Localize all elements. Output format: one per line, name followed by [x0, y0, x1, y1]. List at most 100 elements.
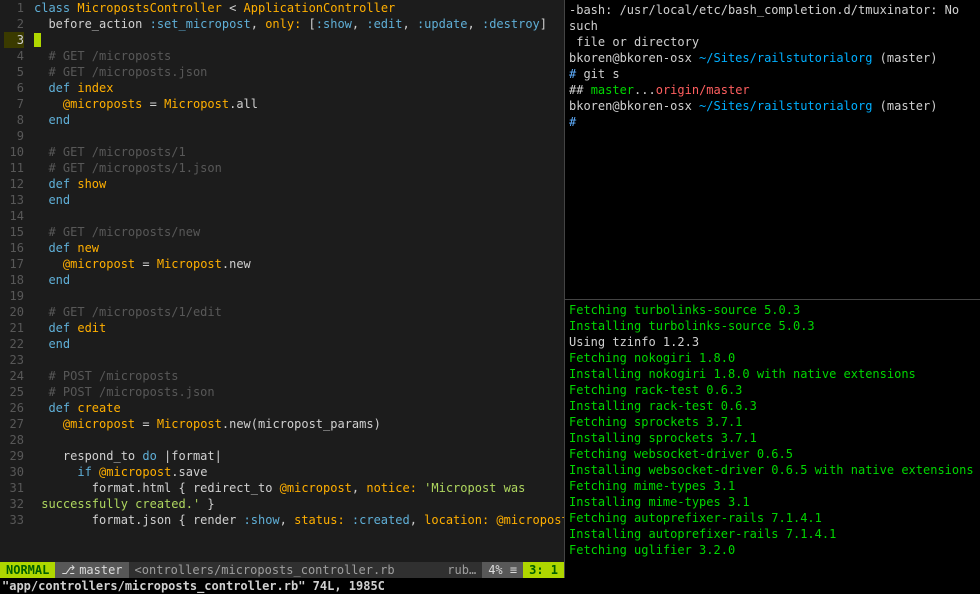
line-number: 18 [4, 272, 24, 288]
code-line[interactable]: end [30, 112, 564, 128]
code-token: location: [424, 513, 489, 527]
right-panes: -bash: /usr/local/etc/bash_completion.d/… [565, 0, 980, 578]
code-line[interactable]: # POST /microposts.json [30, 384, 564, 400]
code-line[interactable] [30, 128, 564, 144]
code-token: @micropost [63, 257, 135, 271]
code-line[interactable]: # GET /microposts/1 [30, 144, 564, 160]
code-token: if [77, 465, 99, 479]
code-token: = [142, 97, 164, 111]
code-line[interactable]: def edit [30, 320, 564, 336]
terminal-text: master [591, 83, 634, 97]
line-number: 20 [4, 304, 24, 320]
code-token: successfully created.' [34, 497, 200, 511]
code-line[interactable]: end [30, 272, 564, 288]
cursor [34, 33, 41, 47]
code-token: } [200, 497, 214, 511]
code-line[interactable]: # POST /microposts [30, 368, 564, 384]
code-token: .new [222, 257, 251, 271]
code-token [34, 465, 77, 479]
code-line[interactable] [30, 288, 564, 304]
code-token [34, 417, 63, 431]
code-line[interactable]: # GET /microposts/1.json [30, 160, 564, 176]
code-line[interactable]: before_action :set_micropost, only: [:sh… [30, 16, 564, 32]
vim-editor[interactable]: 1234567891011121314151617181920212223242… [0, 0, 564, 562]
percent-segment: 4% ≡ [482, 562, 523, 578]
code-token: , [468, 17, 482, 31]
terminal-line: Fetching turbolinks-source 5.0.3 [569, 302, 976, 318]
code-line[interactable] [30, 32, 564, 48]
code-token: # GET /microposts/1 [34, 145, 186, 159]
code-token: , [352, 481, 366, 495]
code-line[interactable]: def index [30, 80, 564, 96]
line-number: 19 [4, 288, 24, 304]
terminal-bottom-pane[interactable]: Fetching turbolinks-source 5.0.3 Installi… [565, 300, 980, 578]
code-token: class [34, 1, 77, 15]
code-token: format.json { render [34, 513, 244, 527]
code-token [34, 113, 48, 127]
terminal-line: Installing rack-test 0.6.3 [569, 398, 976, 414]
terminal-text: bkoren@bkoren-osx [569, 99, 699, 113]
code-line[interactable] [30, 352, 564, 368]
code-line[interactable]: # GET /microposts/1/edit [30, 304, 564, 320]
position-segment: 3: 1 [523, 562, 564, 578]
code-line[interactable]: @micropost = Micropost.new [30, 256, 564, 272]
code-token: < [222, 1, 244, 15]
code-token [34, 337, 48, 351]
line-number: 5 [4, 64, 24, 80]
code-token: @microposts [63, 97, 142, 111]
line-number: 8 [4, 112, 24, 128]
code-token: edit [77, 321, 106, 335]
code-line[interactable]: def show [30, 176, 564, 192]
code-token: ] [540, 17, 547, 31]
filetype-segment: rub… [441, 562, 482, 578]
code-line[interactable]: successfully created.' } [30, 496, 564, 512]
line-number: 6 [4, 80, 24, 96]
code-line[interactable]: def new [30, 240, 564, 256]
code-token: 'Micropost was [424, 481, 525, 495]
terminal-text: (master) [872, 99, 937, 113]
code-token: end [48, 193, 70, 207]
code-area[interactable]: class MicropostsController < Application… [30, 0, 564, 562]
code-token: end [48, 113, 70, 127]
line-number: 4 [4, 48, 24, 64]
code-line[interactable]: end [30, 336, 564, 352]
code-line[interactable]: def create [30, 400, 564, 416]
terminal-line: Installing sprockets 3.7.1 [569, 430, 976, 446]
code-line[interactable]: @micropost = Micropost.new(micropost_par… [30, 416, 564, 432]
code-line[interactable]: format.json { render :show, status: :cre… [30, 512, 564, 528]
code-line[interactable]: format.html { redirect_to @micropost, no… [30, 480, 564, 496]
code-token: :show [244, 513, 280, 527]
code-token: , [410, 513, 424, 527]
code-token: # POST /microposts.json [34, 385, 215, 399]
terminal-text: -bash: /usr/local/etc/bash_completion.d/… [569, 3, 966, 33]
code-line[interactable] [30, 432, 564, 448]
code-line[interactable]: class MicropostsController < Application… [30, 0, 564, 16]
code-token: new [77, 241, 99, 255]
terminal-top-pane[interactable]: -bash: /usr/local/etc/bash_completion.d/… [565, 0, 980, 300]
line-number: 26 [4, 400, 24, 416]
code-line[interactable]: # GET /microposts [30, 48, 564, 64]
code-line[interactable]: @microposts = Micropost.all [30, 96, 564, 112]
terminal-text: ... [634, 83, 656, 97]
line-number: 33 [4, 512, 24, 528]
terminal-text: ~/Sites/railstutorialorg [699, 99, 872, 113]
code-token [345, 513, 352, 527]
code-token: status: [294, 513, 345, 527]
code-token: def [48, 177, 77, 191]
terminal-text: file or directory [569, 35, 699, 49]
code-line[interactable]: if @micropost.save [30, 464, 564, 480]
code-token: def [48, 241, 77, 255]
line-number: 23 [4, 352, 24, 368]
code-line[interactable]: end [30, 192, 564, 208]
code-line[interactable]: # GET /microposts/new [30, 224, 564, 240]
code-token: format.html { redirect_to [34, 481, 280, 495]
left-pane[interactable]: 1234567891011121314151617181920212223242… [0, 0, 565, 578]
line-number: 1 [4, 0, 24, 16]
code-token [34, 193, 48, 207]
code-token: .all [229, 97, 258, 111]
code-line[interactable]: respond_to do |format| [30, 448, 564, 464]
terminal-line: # git s [569, 66, 976, 82]
code-line[interactable]: # GET /microposts.json [30, 64, 564, 80]
code-line[interactable] [30, 208, 564, 224]
line-number: 9 [4, 128, 24, 144]
